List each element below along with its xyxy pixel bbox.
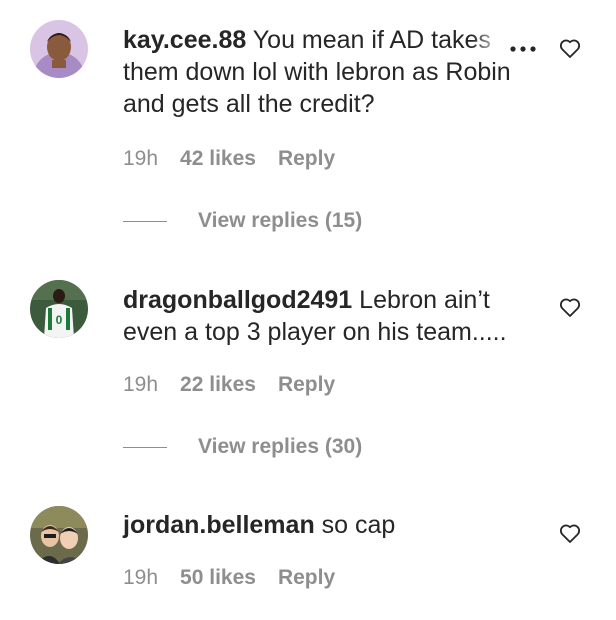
- avatar[interactable]: [30, 506, 88, 564]
- more-options-icon[interactable]: [509, 44, 537, 54]
- profile-photo-icon: [30, 506, 88, 564]
- comment-body: so cap: [321, 511, 396, 539]
- heart-outline-icon[interactable]: [558, 521, 582, 545]
- avatar[interactable]: [30, 20, 88, 78]
- view-replies-label: View replies (15): [198, 209, 363, 232]
- comment-meta: 19h 22 likes Reply: [123, 373, 335, 397]
- divider-line: [123, 220, 167, 222]
- profile-photo-icon: 0: [30, 280, 88, 338]
- comment-username[interactable]: kay.cee.88: [123, 26, 246, 54]
- comment-text-block: dragonballgod2491 Lebron ain’t even a to…: [123, 284, 543, 348]
- avatar[interactable]: 0: [30, 280, 88, 338]
- reply-button[interactable]: Reply: [278, 373, 335, 397]
- comment-username[interactable]: jordan.belleman: [123, 511, 315, 539]
- divider-line: [123, 446, 167, 448]
- view-replies-button[interactable]: View replies (30): [123, 435, 362, 459]
- comment-likes[interactable]: 50 likes: [180, 566, 256, 590]
- comment-text-block: jordan.belleman so cap: [123, 509, 543, 541]
- view-replies-label: View replies (30): [198, 435, 363, 458]
- reply-button[interactable]: Reply: [278, 566, 335, 590]
- comment-meta: 19h 50 likes Reply: [123, 566, 335, 590]
- comment-likes[interactable]: 42 likes: [180, 147, 256, 171]
- comment-likes[interactable]: 22 likes: [180, 373, 256, 397]
- heart-outline-icon[interactable]: [558, 36, 582, 60]
- heart-outline-icon[interactable]: [558, 295, 582, 319]
- comment-time[interactable]: 19h: [123, 373, 158, 397]
- comment-time[interactable]: 19h: [123, 147, 158, 171]
- svg-text:0: 0: [56, 313, 63, 327]
- profile-photo-icon: [30, 20, 88, 78]
- view-replies-button[interactable]: View replies (15): [123, 209, 362, 233]
- comment-meta: 19h 42 likes Reply: [123, 147, 335, 171]
- comment-username[interactable]: dragonballgod2491: [123, 286, 352, 314]
- reply-button[interactable]: Reply: [278, 147, 335, 171]
- comment-time[interactable]: 19h: [123, 566, 158, 590]
- text-fade-overlay: [472, 26, 512, 56]
